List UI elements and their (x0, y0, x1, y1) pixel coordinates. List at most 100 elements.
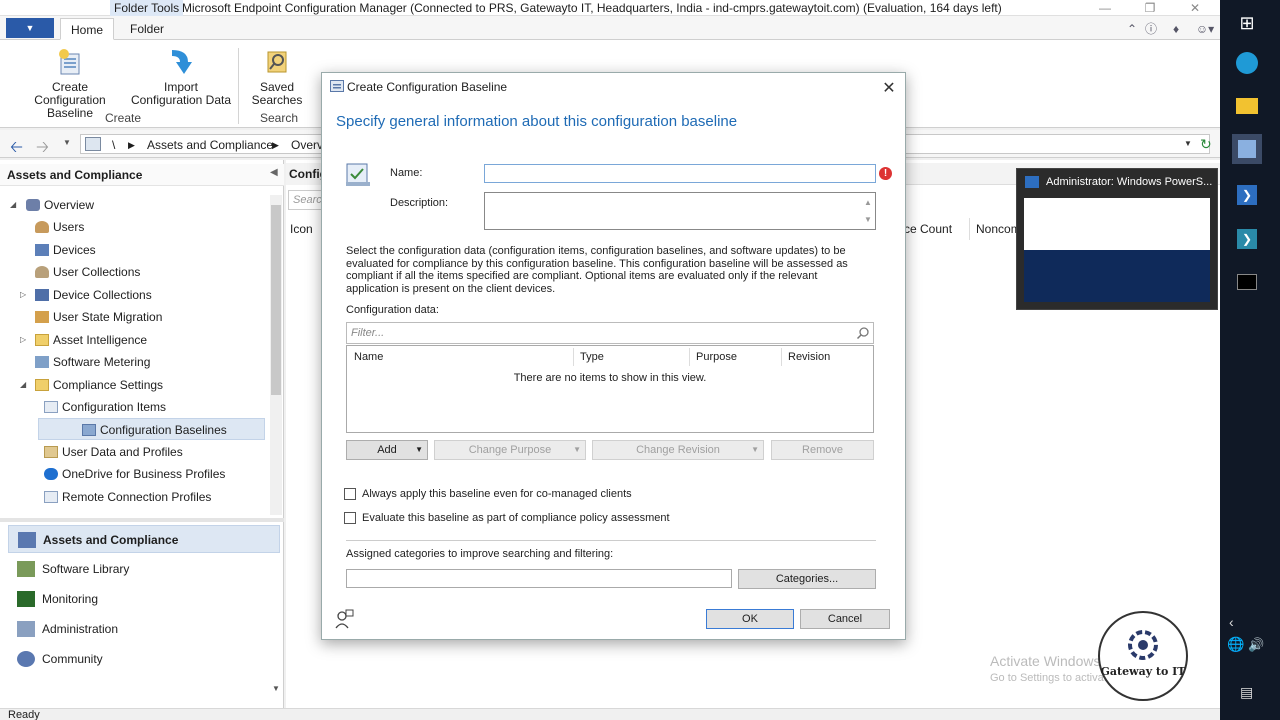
collapsed-caret-icon[interactable]: ▷ (20, 329, 26, 351)
chevron-up-icon[interactable]: ⌃ (1124, 22, 1140, 36)
saved-searches-button[interactable]: Saved Searches (246, 46, 308, 107)
feedback-icon[interactable]: ☺▾ (1193, 22, 1217, 36)
refresh-icon[interactable]: ↻ (1200, 136, 1212, 153)
change-purpose-button[interactable]: Change Purpose ▼ (434, 440, 586, 460)
create-baseline-icon (59, 49, 80, 75)
app-menu-button[interactable]: ▼ (6, 18, 54, 38)
categories-button[interactable]: Categories... (738, 569, 876, 589)
close-window-button[interactable]: ✕ (1180, 0, 1210, 16)
remove-button[interactable]: Remove (771, 440, 874, 460)
breadcrumb-chevron-icon: ▶ (128, 140, 135, 150)
powershell-ise-icon[interactable]: ❯ (1232, 224, 1262, 254)
workspace-administration[interactable]: Administration (8, 615, 280, 643)
ribbon-group-search: Search (260, 111, 299, 125)
evaluate-baseline-checkbox[interactable] (344, 512, 356, 524)
expanded-caret-icon[interactable]: ◢ (10, 194, 16, 216)
always-apply-checkbox[interactable] (344, 488, 356, 500)
grid-column-name[interactable]: Name (348, 348, 574, 366)
config-manager-taskbar-icon[interactable] (1232, 134, 1262, 164)
history-dropdown-icon[interactable]: ▼ (63, 138, 71, 147)
collapse-pane-icon[interactable]: ◀ (270, 167, 278, 178)
search-icon[interactable] (856, 326, 870, 340)
configuration-data-label: Configuration data: (346, 304, 439, 316)
add-button[interactable]: Add ▼ (346, 440, 428, 460)
change-revision-button[interactable]: Change Revision ▼ (592, 440, 764, 460)
tree-item-configuration-baselines[interactable]: Configuration Baselines (38, 418, 265, 440)
address-dropdown-icon[interactable]: ▼ (1184, 139, 1192, 148)
user-collections-icon (35, 266, 49, 278)
chevron-left-icon[interactable]: ‹ (1229, 614, 1234, 630)
tree-item-software-metering[interactable]: Software Metering (0, 351, 268, 373)
grid-column-purpose[interactable]: Purpose (690, 348, 782, 366)
maximize-button[interactable]: ❐ (1135, 0, 1165, 16)
minimize-button[interactable]: — (1090, 0, 1120, 16)
tree-item-remote-connection-profiles[interactable]: Remote Connection Profiles (0, 486, 268, 508)
speaker-icon[interactable]: 🔊 (1248, 637, 1264, 653)
grid-column-revision[interactable]: Revision (782, 348, 872, 366)
dialog-close-icon[interactable]: ✕ (880, 78, 898, 98)
tree-item-configuration-items[interactable]: Configuration Items (0, 396, 268, 418)
help-person-icon[interactable] (334, 609, 354, 629)
help-circle-icon[interactable]: ⓘ (1143, 22, 1159, 36)
cancel-button[interactable]: Cancel (800, 609, 890, 629)
pane-splitter[interactable] (0, 518, 284, 522)
workspace-assets-compliance[interactable]: Assets and Compliance (8, 525, 280, 553)
expanded-caret-icon[interactable]: ◢ (20, 374, 26, 396)
tree-item-overview[interactable]: ◢ Overview (0, 194, 268, 216)
tree-item-asset-intelligence[interactable]: ▷ Asset Intelligence (0, 329, 268, 351)
back-arrow-icon[interactable]: 🡠 (10, 136, 23, 163)
powershell-icon[interactable]: ❯ (1232, 180, 1262, 210)
tree-item-label: Configuration Items (62, 400, 167, 414)
workspace-more-icon[interactable]: ▼ (272, 684, 280, 693)
breadcrumb-assets-compliance[interactable]: Assets and Compliance (147, 138, 273, 152)
powershell-preview-console (1024, 250, 1210, 302)
tree-item-onedrive-profiles[interactable]: OneDrive for Business Profiles (0, 463, 268, 485)
description-scroll-arrows[interactable]: ▲ ▼ (862, 194, 874, 228)
command-prompt-icon[interactable] (1232, 268, 1262, 298)
collapsed-caret-icon[interactable]: ▷ (20, 284, 26, 306)
tab-folder[interactable]: Folder (120, 18, 174, 40)
windows-start-icon[interactable]: ⊞ (1232, 8, 1262, 38)
tree-item-devices[interactable]: Devices (0, 239, 268, 261)
workspace-software-library[interactable]: Software Library (8, 555, 280, 583)
software-metering-icon (35, 356, 49, 368)
grid-column-type[interactable]: Type (574, 348, 690, 366)
tree-item-compliance-settings[interactable]: ◢ Compliance Settings (0, 374, 268, 396)
column-header-icon[interactable]: Icon (286, 218, 322, 240)
assets-compliance-icon (18, 532, 36, 548)
tree-item-user-collections[interactable]: User Collections (0, 261, 268, 283)
content-search-input[interactable]: Search (288, 190, 328, 210)
globe-icon[interactable]: 🌐 (1227, 636, 1244, 653)
dialog-separator (346, 540, 876, 541)
filter-input[interactable]: Filter... (346, 322, 874, 344)
cloud-icon (44, 468, 58, 480)
tree-item-users[interactable]: Users (0, 216, 268, 238)
tree-item-user-data-profiles[interactable]: User Data and Profiles (0, 441, 268, 463)
tab-home[interactable]: Home (60, 18, 115, 40)
column-header-noncompliant[interactable]: Noncom (972, 218, 1021, 240)
ribbon-group-create: Create (105, 111, 142, 125)
description-input[interactable] (484, 192, 876, 230)
breadcrumb-overview[interactable]: Overv (291, 138, 323, 152)
dropdown-arrow-icon: ▼ (415, 445, 423, 454)
workspace-community[interactable]: Community (8, 645, 280, 673)
nav-scrollbar-thumb[interactable] (271, 205, 281, 395)
edge-browser-icon[interactable] (1232, 48, 1262, 78)
bell-icon[interactable]: ♦ (1168, 22, 1184, 36)
workspace-monitoring[interactable]: Monitoring (8, 585, 280, 613)
description-label: Description: (390, 197, 449, 209)
notification-icon[interactable]: ▤ (1240, 684, 1253, 701)
breadcrumb-root[interactable]: \ (112, 138, 115, 152)
tree-item-user-state-migration[interactable]: User State Migration (0, 306, 268, 328)
create-configuration-baseline-button[interactable]: Create Configuration Baseline (10, 46, 130, 120)
configuration-baseline-icon (344, 160, 372, 188)
user-icon (35, 221, 49, 233)
file-explorer-icon[interactable] (1232, 92, 1262, 122)
column-header-count[interactable]: ce Count (900, 218, 970, 240)
monitoring-icon (17, 591, 35, 607)
import-configuration-data-button[interactable]: Import Configuration Data (130, 46, 232, 107)
ok-button[interactable]: OK (706, 609, 794, 629)
name-input[interactable] (484, 164, 876, 183)
forward-arrow-icon[interactable]: 🡢 (36, 136, 49, 163)
tree-item-device-collections[interactable]: ▷ Device Collections (0, 284, 268, 306)
